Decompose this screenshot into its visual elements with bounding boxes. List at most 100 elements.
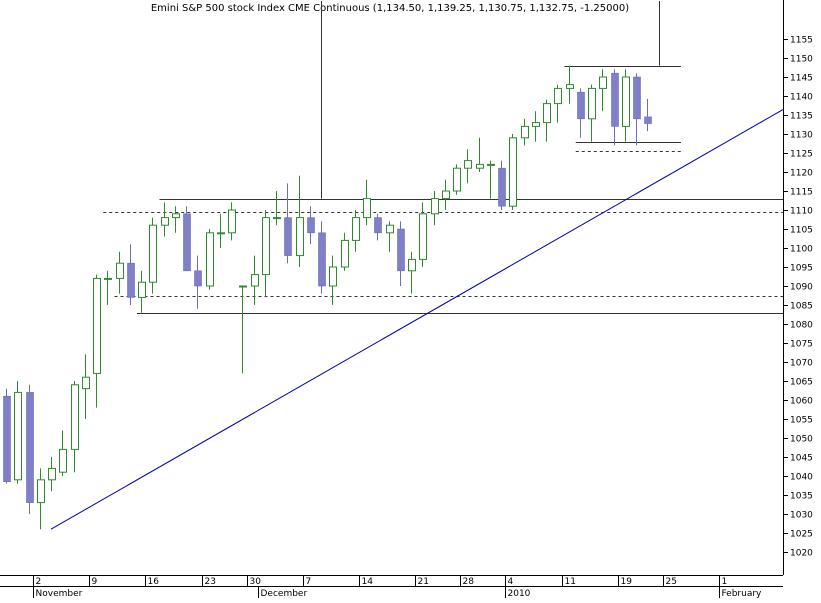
x-tick-label: 25: [666, 577, 677, 587]
candle-body-up: [509, 137, 517, 207]
x-tick-label: 19: [621, 577, 633, 587]
y-tick-label: 1030: [790, 511, 813, 521]
y-tick-label: 1045: [790, 454, 813, 464]
candle-body-up: [251, 274, 259, 287]
y-tick-label: 1155: [790, 36, 813, 46]
candle-body-up: [341, 239, 349, 268]
candle-body-up: [464, 160, 472, 169]
candle-body-down: [633, 76, 641, 120]
y-tick-label: 1050: [790, 435, 813, 445]
candle-body-up: [71, 384, 79, 450]
y-tick-label: 1075: [790, 340, 813, 350]
candle: [453, 164, 461, 195]
y-tick-label: 1150: [790, 55, 813, 65]
y-tick-label: 1085: [790, 302, 813, 312]
month-label: November: [36, 589, 83, 598]
candle-body-down: [3, 395, 11, 483]
candle-body-up: [599, 76, 607, 89]
y-tick-label: 1110: [790, 207, 813, 217]
y-tick-label: 1120: [790, 169, 813, 179]
candle-body-down: [374, 217, 382, 234]
y-tick-label: 1100: [790, 245, 813, 255]
candle-body-up: [622, 76, 630, 127]
candle-body-down: [307, 217, 315, 234]
x-tick-label: 28: [463, 577, 475, 587]
candle: [14, 381, 22, 484]
x-tick-label: 7: [306, 577, 312, 587]
candle-body-up: [59, 448, 67, 473]
candle-body-up: [588, 87, 596, 120]
x-tick-label: 14: [362, 577, 374, 587]
candle-body-down: [611, 72, 619, 127]
x-tick-label: 21: [418, 577, 429, 587]
y-tick-label: 1055: [790, 416, 813, 426]
candle-body-up: [431, 198, 439, 215]
candle-body-down: [397, 228, 405, 272]
y-tick-label: 1080: [790, 321, 813, 331]
x-tick-label: 2: [36, 577, 42, 587]
candle-body-down: [644, 116, 652, 124]
y-tick-label: 1070: [790, 359, 813, 369]
month-label: December: [261, 589, 308, 598]
y-tick-label: 1090: [790, 283, 813, 293]
y-tick-label: 1060: [790, 397, 813, 407]
y-tick-label: 1135: [790, 112, 813, 122]
y-tick-label: 1035: [790, 492, 813, 502]
x-tick-label: 4: [508, 577, 514, 587]
candle-body-up: [386, 224, 394, 234]
y-tick-label: 1125: [790, 150, 813, 160]
y-tick-label: 1140: [790, 93, 813, 103]
y-tick-label: 1130: [790, 131, 813, 141]
candle-body-up: [217, 232, 225, 235]
x-tick-label: 30: [250, 577, 262, 587]
candle-body-up: [419, 213, 427, 260]
chart-title: Emini S&P 500 stock Index CME Continuous…: [151, 3, 629, 14]
candle-body-up: [363, 198, 371, 219]
candle-body-up: [442, 190, 450, 200]
candle-body-up: [206, 232, 214, 287]
candle-body-up: [487, 163, 495, 166]
candle-body-down: [183, 213, 191, 272]
candle-body-up: [566, 84, 574, 89]
y-tick-label: 1105: [790, 226, 813, 236]
candle-body-down: [498, 167, 506, 207]
candle-body-up: [37, 479, 45, 504]
candle: [183, 206, 191, 272]
candle-body-down: [127, 262, 135, 298]
candle-body-up: [228, 209, 236, 234]
candle: [498, 160, 506, 210]
x-tick-label: 23: [205, 577, 216, 587]
candle: [26, 384, 34, 514]
candle-body-up: [138, 281, 146, 298]
candle-body-up: [116, 262, 124, 279]
candle-body-up: [352, 217, 360, 241]
x-tick-label: 16: [148, 577, 160, 587]
candle-body-up: [149, 224, 157, 283]
candle: [206, 229, 214, 290]
x-tick-label: 11: [565, 577, 576, 587]
y-tick-label: 1145: [790, 74, 813, 84]
y-tick-label: 1065: [790, 378, 813, 388]
candle-body-up: [521, 125, 529, 139]
candle-body-up: [262, 217, 270, 276]
month-label: 2010: [508, 589, 531, 598]
candle-body-down: [577, 91, 585, 120]
candle-body-up: [532, 122, 540, 127]
candle-body-up: [104, 277, 112, 280]
month-label: February: [722, 589, 763, 598]
candle-body-up: [239, 285, 247, 288]
x-tick-label: 1: [722, 577, 728, 587]
y-tick-label: 1040: [790, 473, 813, 483]
candle-body-down: [26, 392, 34, 503]
candle-body-up: [329, 266, 337, 287]
candle-body-up: [172, 213, 180, 219]
y-tick-label: 1095: [790, 264, 813, 274]
candle-body-up: [48, 467, 56, 481]
candle-body-up: [453, 167, 461, 192]
candle-body-down: [318, 232, 326, 287]
candle-body-down: [194, 270, 202, 287]
candle-body-up: [296, 217, 304, 257]
chart-background: [0, 0, 821, 598]
candle-body-up: [554, 87, 562, 105]
candle-body-up: [14, 391, 22, 481]
